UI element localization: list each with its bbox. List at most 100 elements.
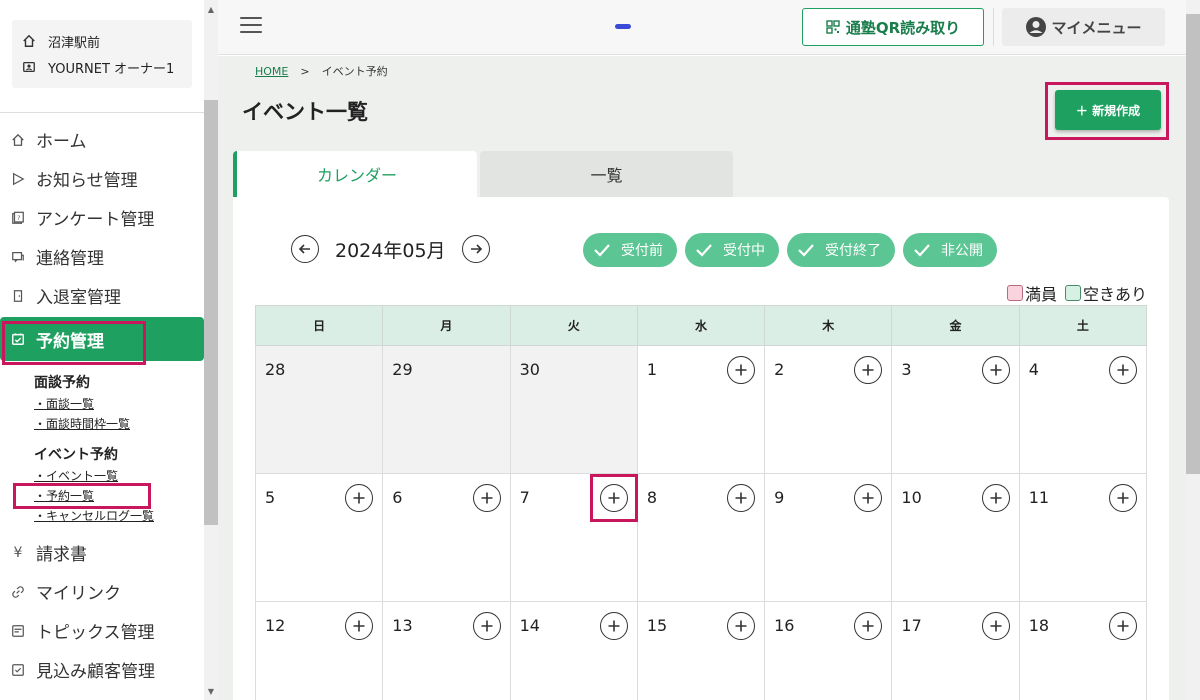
calendar-day-cell[interactable]: 7 — [509, 473, 638, 602]
status-chip-private[interactable]: 非公開 — [903, 233, 997, 267]
day-number: 8 — [646, 488, 658, 507]
sidebar-item-label: アンケート管理 — [36, 210, 155, 230]
scroll-up-icon[interactable]: ▲ — [204, 2, 218, 16]
breadcrumb-separator: > — [300, 64, 310, 78]
day-number: 28 — [265, 360, 286, 379]
calendar-day-cell[interactable]: 13 — [382, 601, 511, 700]
calendar-day-cell[interactable]: 9 — [764, 473, 893, 602]
add-event-button[interactable] — [599, 484, 628, 512]
sidebar-item-notices[interactable]: お知らせ管理 — [0, 159, 204, 198]
loading-indicator — [615, 24, 631, 29]
sidebar-item-topics[interactable]: トピックス管理 — [0, 611, 204, 650]
add-event-button[interactable] — [727, 356, 756, 384]
add-event-button[interactable] — [345, 484, 374, 512]
calendar-day-cell[interactable]: 1 — [636, 345, 766, 474]
calendar-day-cell[interactable]: 28 — [254, 345, 384, 474]
store-location: 沼津駅前 — [48, 35, 101, 51]
add-event-button[interactable] — [472, 484, 501, 512]
calendar-day-cell[interactable]: 30 — [509, 345, 638, 474]
breadcrumb-home-link[interactable]: HOME — [255, 65, 288, 78]
day-number: 11 — [1028, 488, 1050, 507]
id-card-icon — [23, 61, 35, 73]
header-divider — [993, 8, 994, 46]
link-interview-slots[interactable]: ・面談時間枠一覧 — [34, 413, 204, 433]
add-event-button[interactable] — [1109, 356, 1137, 384]
hamburger-menu-icon[interactable] — [240, 17, 262, 35]
message-icon — [10, 249, 26, 265]
calendar-day-cell[interactable]: 6 — [382, 473, 511, 602]
sidebar-item-mylink[interactable]: マイリンク — [0, 572, 204, 611]
legend-swatch-available — [1064, 285, 1081, 301]
breadcrumb-current: イベント予約 — [321, 65, 388, 78]
legend-full: 満員 — [1006, 281, 1057, 305]
status-chip-closed[interactable]: 受付終了 — [787, 233, 895, 267]
plus-icon — [862, 620, 874, 632]
sidebar-item-reservations[interactable]: 予約管理 — [0, 317, 204, 361]
link-reservation-list[interactable]: ・予約一覧 — [34, 485, 204, 505]
qr-scan-button[interactable]: 通塾QR読み取り — [802, 8, 984, 46]
plus-icon — [862, 492, 874, 504]
link-event-list[interactable]: ・イベント一覧 — [34, 465, 204, 485]
calendar-day-cell[interactable]: 3 — [891, 345, 1020, 474]
weekday-header: 火 — [509, 305, 638, 346]
calendar-day-cell[interactable]: 5 — [254, 473, 384, 602]
calendar-day-cell[interactable]: 18 — [1018, 601, 1148, 700]
calendar-day-cell[interactable]: 8 — [636, 473, 766, 602]
sidebar-item-contacts[interactable]: 連絡管理 — [0, 237, 204, 276]
sidebar-item-invoices[interactable]: ¥ 請求書 — [0, 533, 204, 572]
calendar-day-cell[interactable]: 11 — [1018, 473, 1148, 602]
current-month: 2024年05月 — [335, 239, 446, 262]
add-event-button[interactable] — [727, 612, 756, 640]
breadcrumb: HOME > イベント予約 — [255, 63, 388, 79]
legend-available: 空きあり — [1064, 281, 1147, 305]
add-event-button[interactable] — [854, 484, 883, 512]
status-chip-before[interactable]: 受付前 — [583, 233, 677, 267]
add-event-button[interactable] — [472, 612, 501, 640]
next-month-button[interactable] — [461, 235, 490, 263]
weekday-header: 土 — [1018, 305, 1148, 346]
sidebar-item-attendance[interactable]: 入退室管理 — [0, 276, 204, 315]
add-event-button[interactable] — [345, 612, 374, 640]
add-event-button[interactable] — [854, 356, 883, 384]
scroll-down-icon[interactable]: ▼ — [204, 684, 218, 698]
calendar-day-cell[interactable]: 16 — [764, 601, 893, 700]
page-scroll-thumb[interactable] — [1186, 14, 1200, 474]
calendar-day-cell[interactable]: 14 — [509, 601, 638, 700]
add-event-button[interactable] — [599, 612, 628, 640]
calendar-grid: 日月火水木金土 28 29 30 1 2 3 4 5 6 7 8 9 10 11 12 13 14 15 16 17 1… — [254, 305, 1148, 700]
send-icon — [10, 171, 26, 187]
day-number: 16 — [774, 616, 795, 635]
sidebar-scroll-thumb[interactable] — [204, 100, 218, 525]
add-event-button[interactable] — [1109, 484, 1137, 512]
calendar-day-cell[interactable]: 2 — [764, 345, 893, 474]
my-menu-button[interactable]: マイメニュー — [1002, 8, 1165, 46]
calendar-day-cell[interactable]: 15 — [636, 601, 766, 700]
calendar-day-cell[interactable]: 4 — [1018, 345, 1148, 474]
add-event-button[interactable] — [981, 484, 1010, 512]
tab-calendar[interactable]: カレンダー — [233, 151, 477, 197]
tab-list[interactable]: 一覧 — [480, 151, 733, 197]
sidebar-item-prospects[interactable]: 見込み顧客管理 — [0, 650, 204, 689]
sidebar-item-label: 請求書 — [36, 545, 87, 565]
check-icon — [798, 244, 814, 257]
sidebar-item-home[interactable]: ホーム — [0, 120, 204, 159]
calendar-day-cell[interactable]: 17 — [891, 601, 1020, 700]
link-cancel-log[interactable]: ・キャンセルログ一覧 — [34, 505, 204, 525]
legend-swatch-full — [1006, 285, 1023, 301]
calendar-day-cell[interactable]: 29 — [382, 345, 511, 474]
add-event-button[interactable] — [981, 612, 1010, 640]
add-event-button[interactable] — [854, 612, 883, 640]
day-number: 13 — [392, 616, 413, 635]
calendar-day-cell[interactable]: 12 — [254, 601, 384, 700]
add-event-button[interactable] — [981, 356, 1010, 384]
sidebar-item-surveys[interactable]: ? アンケート管理 — [0, 198, 204, 237]
status-chip-open[interactable]: 受付中 — [685, 233, 779, 267]
add-event-button[interactable] — [727, 484, 756, 512]
calendar-day-cell[interactable]: 10 — [891, 473, 1020, 602]
add-event-button[interactable] — [1109, 612, 1137, 640]
link-interview-list[interactable]: ・面談一覧 — [34, 393, 204, 413]
status-chip-label: 受付終了 — [825, 243, 881, 259]
prev-month-button[interactable] — [291, 235, 319, 263]
create-new-button[interactable]: ＋ 新規作成 — [1055, 90, 1161, 130]
plus-icon — [353, 492, 365, 504]
